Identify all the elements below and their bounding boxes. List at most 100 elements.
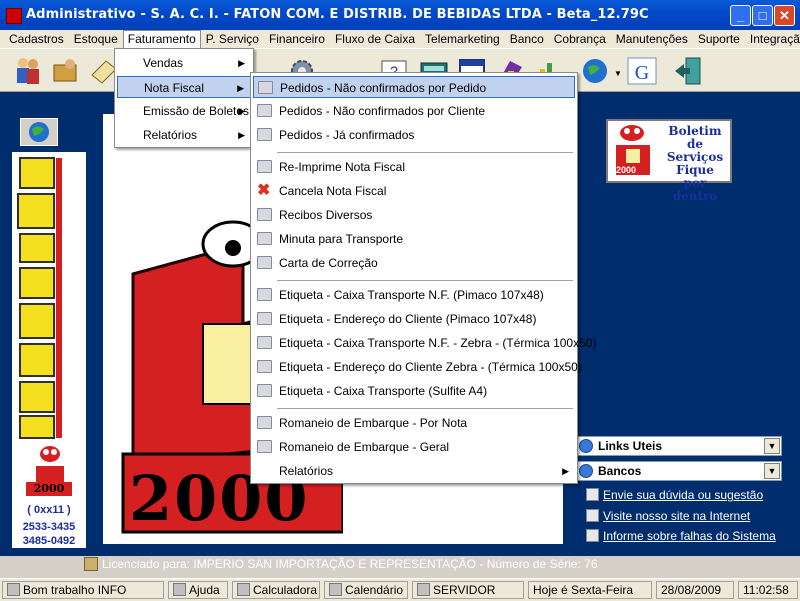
printer-icon <box>257 312 272 325</box>
menu-item-minuta[interactable]: Minuta para Transporte <box>253 228 575 250</box>
printer-icon <box>257 384 272 397</box>
chevron-down-icon[interactable]: ▼ <box>764 463 780 479</box>
menu-item-pedidos-confirmados[interactable]: Pedidos - Já confirmados <box>253 124 575 146</box>
svg-text:G: G <box>635 62 649 84</box>
banner-year: 2000 <box>26 482 72 496</box>
chevron-right-icon: ▶ <box>562 466 569 476</box>
menu-p-servico[interactable]: P. Serviço <box>201 30 264 48</box>
printer-icon <box>257 232 272 245</box>
banner-phone-2: 3485-0492 <box>22 535 76 547</box>
internet-globe-icon[interactable] <box>580 55 612 87</box>
link-site[interactable]: Visite nosso site na Internet <box>586 509 750 523</box>
menu-fluxo-de-caixa[interactable]: Fluxo de Caixa <box>330 30 420 48</box>
title-bar: Administrativo - S. A. C. I. - FATON COM… <box>0 0 800 30</box>
menu-item-pedidos-nao-conf-pedido[interactable]: Pedidos - Não confirmados por Pedido <box>253 76 575 98</box>
menu-item-recibos[interactable]: Recibos Diversos <box>253 204 575 226</box>
maximize-button[interactable]: □ <box>752 5 773 26</box>
links-uteis-combo[interactable]: Links Uteis ▼ <box>576 436 782 456</box>
menu-item-emissao-boletos[interactable]: Emissão de Boletos ▶ <box>117 100 251 122</box>
printer-icon <box>257 256 272 269</box>
license-icon <box>84 557 98 571</box>
menu-item-etiqueta-caixa-pimaco[interactable]: Etiqueta - Caixa Transporte N.F. (Pimaco… <box>253 284 575 306</box>
exit-door-icon[interactable] <box>672 55 704 87</box>
license-info: Licenciado para: IMPERIO SAN IMPORTAÇÃO … <box>84 557 598 575</box>
chevron-right-icon: ▶ <box>238 58 245 68</box>
help-book-icon <box>173 583 186 596</box>
chevron-right-icon: ▶ <box>237 83 244 93</box>
chevron-down-icon[interactable]: ▼ <box>764 438 780 454</box>
menu-item-etiqueta-caixa-sulfite[interactable]: Etiqueta - Caixa Transporte (Sulfite A4) <box>253 380 575 402</box>
banner-area-code: ( 0xx11 ) <box>27 504 71 516</box>
menu-item-etiqueta-endereco-zebra[interactable]: Etiqueta - Endereço do Cliente Zebra - (… <box>253 356 582 378</box>
link-duvida[interactable]: Envie sua dúvida ou sugestão <box>586 488 763 502</box>
printer-icon <box>257 160 272 173</box>
printer-icon <box>257 104 272 117</box>
help-button[interactable]: Ajuda <box>168 581 228 599</box>
server-icon <box>417 583 430 596</box>
user-icon <box>7 583 20 596</box>
printer-icon <box>257 336 272 349</box>
menu-item-pedidos-nao-conf-cliente[interactable]: Pedidos - Não confirmados por Cliente <box>253 100 575 122</box>
window-title: Administrativo - S. A. C. I. - FATON COM… <box>26 7 649 22</box>
menu-faturamento[interactable]: Faturamento <box>122 30 201 48</box>
status-day: Hoje é Sexta-Feira <box>528 581 652 599</box>
menu-item-etiqueta-caixa-zebra[interactable]: Etiqueta - Caixa Transporte N.F. - Zebra… <box>253 332 596 354</box>
dropdown-arrow-icon[interactable]: ▼ <box>614 69 622 78</box>
menu-item-nota-fiscal[interactable]: Nota Fiscal ▶ <box>117 76 251 98</box>
menu-estoque[interactable]: Estoque <box>69 30 123 48</box>
google-icon[interactable]: G <box>626 55 658 87</box>
printer-icon <box>257 440 272 453</box>
boletim-text: Boletim de Serviços Fique por dentro <box>666 124 724 203</box>
menu-item-nf-relatorios[interactable]: Relatórios ▶ <box>253 460 575 482</box>
product-box-icon[interactable] <box>50 55 82 87</box>
users-icon[interactable] <box>12 55 44 87</box>
printer-icon <box>257 416 272 429</box>
menu-item-vendas[interactable]: Vendas ▶ <box>117 52 251 74</box>
menu-telemarketing[interactable]: Telemarketing <box>420 30 505 48</box>
printer-icon <box>257 288 272 301</box>
minimize-button[interactable]: _ <box>730 5 751 26</box>
calculator-icon <box>237 583 250 596</box>
globe-button[interactable] <box>20 118 58 146</box>
close-button[interactable]: ✕ <box>774 5 795 26</box>
left-banner: 2000 ( 0xx11 ) 2533-3435 3485-0492 <box>12 152 86 548</box>
mail-icon <box>586 529 599 542</box>
menu-separator <box>277 280 573 281</box>
status-bar: Bom trabalho INFO Ajuda Calculadora Cale… <box>0 578 800 601</box>
bancos-combo[interactable]: Bancos ▼ <box>576 461 782 481</box>
printer-icon <box>257 360 272 373</box>
ie-icon <box>579 439 593 453</box>
menu-item-etiqueta-endereco-pimaco[interactable]: Etiqueta - Endereço do Cliente (Pimaco 1… <box>253 308 575 330</box>
status-server: SERVIDOR <box>412 581 524 599</box>
printer-icon <box>257 128 272 141</box>
menu-item-romaneio-nota[interactable]: Romaneio de Embarque - Por Nota <box>253 412 575 434</box>
menu-cadastros[interactable]: Cadastros <box>4 30 69 48</box>
menu-financeiro[interactable]: Financeiro <box>264 30 330 48</box>
boletim-banner[interactable]: 2000 Boletim de Serviços Fique por dentro <box>606 119 732 203</box>
app-icon[interactable] <box>6 8 22 24</box>
link-falhas[interactable]: Informe sobre falhas do Sistema <box>586 529 776 543</box>
banner-phone-1: 2533-3435 <box>22 521 76 533</box>
status-user: Bom trabalho INFO <box>2 581 164 599</box>
ie-icon <box>586 509 599 522</box>
calendar-button[interactable]: Calendário <box>324 581 408 599</box>
calculator-button[interactable]: Calculadora <box>232 581 320 599</box>
menu-item-carta-correcao[interactable]: Carta de Correção <box>253 252 575 274</box>
menu-item-relatorios[interactable]: Relatórios ▶ <box>117 124 251 146</box>
menu-cobranca[interactable]: Cobrança <box>549 30 611 48</box>
chevron-right-icon: ▶ <box>238 106 245 116</box>
globe-icon <box>29 122 49 142</box>
menu-item-romaneio-geral[interactable]: Romaneio de Embarque - Geral <box>253 436 575 458</box>
menu-item-cancela-nf[interactable]: ✖ Cancela Nota Fiscal <box>253 180 575 202</box>
ie-icon <box>579 464 593 478</box>
nota-fiscal-submenu: Pedidos - Não confirmados por Pedido Ped… <box>250 72 596 484</box>
menu-item-reimprime-nf[interactable]: Re-Imprime Nota Fiscal <box>253 156 575 178</box>
chevron-right-icon: ▶ <box>238 130 245 140</box>
printer-icon <box>257 208 272 221</box>
status-time: 11:02:58 <box>738 581 798 599</box>
menu-suporte[interactable]: Suporte <box>693 30 745 48</box>
menu-banco[interactable]: Banco <box>505 30 549 48</box>
menu-separator <box>277 408 573 409</box>
menu-manutencoes[interactable]: Manutenções <box>611 30 693 48</box>
menu-integracao[interactable]: Integração <box>745 30 800 48</box>
